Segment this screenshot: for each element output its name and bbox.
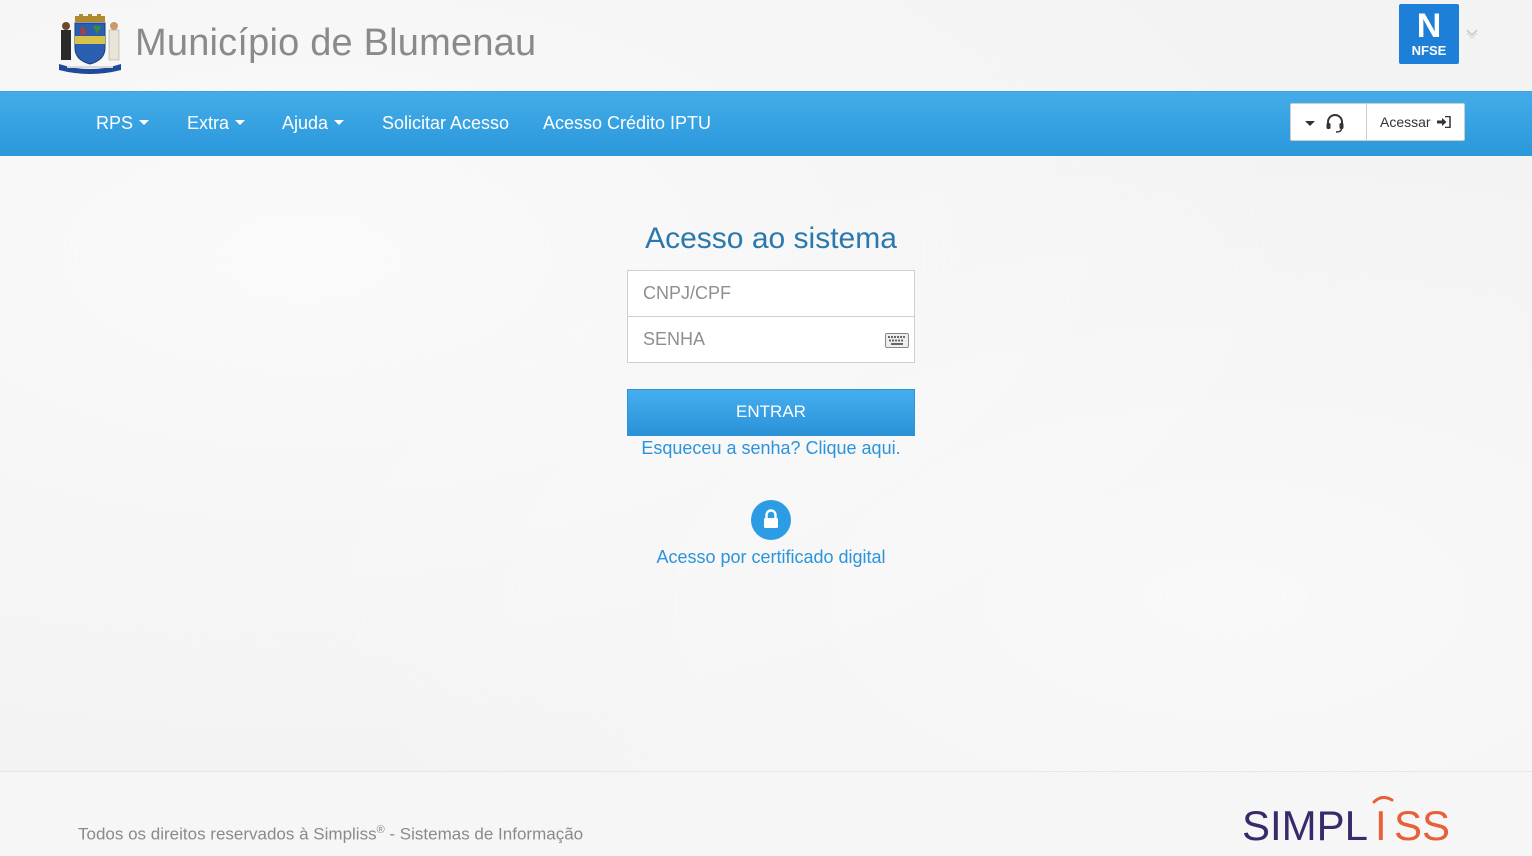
cnpj-cpf-input[interactable] (627, 270, 915, 317)
registered-mark: ® (376, 824, 385, 836)
nav-item-acesso-credito-iptu[interactable]: Acesso Crédito IPTU (543, 113, 711, 134)
support-dropdown-button[interactable] (1290, 103, 1367, 141)
copyright-prefix: Todos os direitos reservados à Simpliss (78, 824, 377, 844)
sign-in-icon (1437, 116, 1452, 128)
caret-down-icon (235, 119, 246, 125)
acessar-button-label: Acessar (1380, 114, 1431, 130)
copyright-suffix: - Sistemas de Informação (384, 824, 584, 844)
chevron-down-icon[interactable] (1465, 26, 1479, 40)
nav-item-solicitar-acesso[interactable]: Solicitar Acesso (382, 113, 509, 134)
caret-down-icon (139, 119, 150, 125)
simpliss-logo-i: I (1375, 802, 1387, 846)
footer: Todos os direitos reservados à Simpliss®… (0, 772, 1532, 856)
municipal-crest-logo[interactable] (57, 14, 123, 76)
nav-item-label: RPS (96, 113, 134, 133)
simpliss-logo-end: SS (1394, 802, 1450, 846)
header: Município de Blumenau N NFSE (0, 0, 1532, 91)
site-title: Município de Blumenau (135, 22, 537, 64)
digital-certificate-link[interactable]: Acesso por certificado digital (0, 547, 1532, 568)
copyright-text: Todos os direitos reservados à Simpliss®… (78, 824, 583, 845)
nav-item-rps[interactable]: RPS (96, 113, 150, 134)
main-navbar: RPS Extra Ajuda Solicitar Acesso Acesso … (0, 91, 1532, 156)
nfse-badge[interactable]: N NFSE (1399, 4, 1459, 64)
nav-item-ajuda[interactable]: Ajuda (282, 113, 345, 134)
nav-item-label: Ajuda (282, 113, 329, 133)
caret-down-icon (1305, 121, 1315, 126)
headset-icon (1326, 114, 1344, 133)
nav-item-label: Extra (187, 113, 230, 133)
nav-item-label: Solicitar Acesso (382, 113, 510, 133)
entrar-button[interactable]: ENTRAR (627, 389, 915, 436)
senha-input[interactable] (627, 316, 915, 363)
nfse-badge-letter: N (1416, 7, 1442, 45)
lock-icon[interactable] (751, 500, 791, 540)
forgot-password-link[interactable]: Esqueceu a senha? Clique aqui. (0, 438, 1532, 459)
virtual-keyboard-icon[interactable] (885, 333, 909, 348)
caret-down-icon (334, 119, 345, 125)
simpliss-logo-start: SIMPL (1242, 802, 1368, 846)
login-title: Acesso ao sistema (645, 222, 897, 255)
nav-item-label: Acesso Crédito IPTU (543, 113, 712, 133)
simpliss-logo[interactable]: SIMPL I SS (1242, 796, 1468, 846)
acessar-button[interactable]: Acessar (1366, 103, 1465, 141)
nav-item-extra[interactable]: Extra (187, 113, 246, 134)
nfse-badge-text: NFSE (1411, 43, 1447, 58)
